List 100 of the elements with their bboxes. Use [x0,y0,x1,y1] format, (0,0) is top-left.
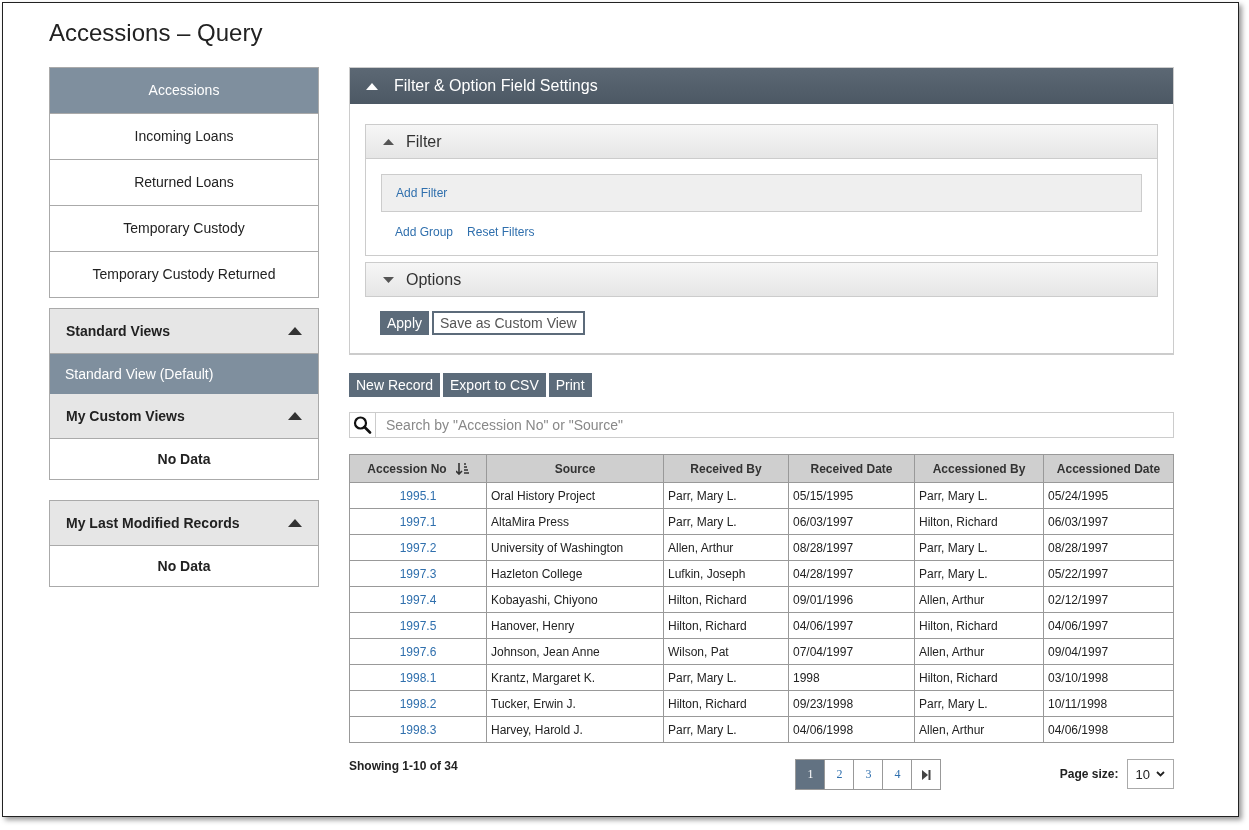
table-cell: 08/28/1997 [793,540,854,555]
page-size-select[interactable]: 10 [1126,759,1174,789]
table-cell: 10/11/1998 [1048,696,1108,711]
table-cell: Hanover, Henry [491,618,575,633]
accession-link[interactable]: 1997.2 [399,540,437,555]
section-title: My Last Modified Records [66,515,240,531]
table-cell: 09/01/1996 [793,592,854,607]
table-cell: Hilton, Richard [668,592,747,607]
table-cell: Hilton, Richard [919,514,998,529]
column-header[interactable]: Received By [663,454,789,483]
column-header[interactable]: Source [486,454,664,483]
column-header[interactable]: Accessioned Date [1043,454,1174,483]
view-item[interactable]: Standard View (Default) [50,354,318,394]
toolbar-button[interactable]: Print [548,373,592,397]
table-cell: Allen, Arthur [919,722,985,737]
record-count: Showing 1-10 of 34 [349,759,459,773]
table-cell: 04/06/1998 [1048,722,1109,737]
section-header[interactable]: Standard Views [50,309,318,354]
table-cell: 1998 [793,670,820,685]
accession-link[interactable]: 1998.3 [399,722,437,737]
accession-link[interactable]: 1997.1 [399,514,437,529]
column-header[interactable]: Received Date [788,454,915,483]
table-cell: 05/15/1995 [793,488,854,503]
table-cell: Lufkin, Joseph [668,566,746,581]
accession-link[interactable]: 1998.1 [399,670,437,685]
apply-button[interactable]: Apply [380,311,430,335]
section-title: My Custom Views [66,408,185,424]
accession-link[interactable]: 1997.5 [399,618,437,633]
table-cell: 02/12/1997 [1048,592,1109,607]
nav-item[interactable]: Accessions [50,68,318,113]
table-cell: Johnson, Jean Anne [491,644,600,659]
table-cell: 05/24/1995 [1048,488,1109,503]
options-title: Options [406,270,462,289]
table-cell: 05/22/1997 [1048,566,1109,581]
table-cell: Wilson, Pat [668,644,729,659]
collapse-icon[interactable] [366,82,378,90]
table-cell: Hilton, Richard [919,670,998,685]
table-cell: 06/03/1997 [1048,514,1109,529]
table-cell: Kobayashi, Chiyono [491,592,598,607]
table-cell: Allen, Arthur [668,540,734,555]
table-cell: Parr, Mary L. [668,514,737,529]
empty-message: No Data [156,557,212,576]
accession-link[interactable]: 1997.3 [399,566,437,581]
filter-link[interactable]: Add Group [395,225,454,239]
accession-link[interactable]: 1997.6 [399,644,437,659]
table-cell: Parr, Mary L. [919,540,988,555]
expand-icon[interactable] [383,276,394,283]
section-header[interactable]: My Last Modified Records [50,501,318,546]
page-button[interactable]: 1 [796,760,825,789]
filter-link[interactable]: Reset Filters [467,225,535,239]
accession-link[interactable]: 1998.2 [399,696,437,711]
table-cell: 04/06/1997 [1048,618,1109,633]
table-cell: Parr, Mary L. [668,488,737,503]
table-cell: Parr, Mary L. [668,722,737,737]
chevron-icon [1156,771,1165,777]
column-header[interactable]: Accession No [349,454,487,483]
table-cell: 04/28/1997 [793,566,854,581]
toolbar-button[interactable]: New Record [349,373,441,397]
save-view-button[interactable]: Save as Custom View [432,311,585,335]
table-cell: Hilton, Richard [919,618,998,633]
table-cell: Allen, Arthur [919,592,985,607]
table-cell: Krantz, Margaret K. [491,670,596,685]
search-icon [349,412,375,438]
search-field[interactable]: Search by "Accession No" or "Source" [375,412,1174,438]
accession-link[interactable]: 1995.1 [399,488,437,503]
table-cell: 03/10/1998 [1048,670,1109,685]
collapse-icon[interactable] [288,327,302,335]
table-cell: Harvey, Harold J. [491,722,583,737]
table-cell: 09/23/1998 [793,696,854,711]
table-cell: Allen, Arthur [919,644,985,659]
collapse-icon[interactable] [288,519,302,527]
settings-title: Filter & Option Field Settings [394,77,598,95]
table-cell: 09/04/1997 [1048,644,1109,659]
table-cell: AltaMira Press [491,514,570,529]
settings-header[interactable]: Filter & Option Field Settings [350,68,1173,104]
collapse-icon[interactable] [383,138,394,145]
table-cell: 07/04/1997 [793,644,854,659]
table-cell: Oral History Project [491,488,596,503]
page-size-label: Page size: [1059,767,1119,781]
collapse-icon[interactable] [288,412,302,420]
table-cell: Hilton, Richard [668,696,747,711]
filter-header[interactable]: Filter [366,125,1157,158]
options-header[interactable]: Options [366,263,1157,296]
table-cell: Hazleton College [491,566,583,581]
table-cell: Parr, Mary L. [919,696,988,711]
column-header[interactable]: Accessioned By [914,454,1044,483]
section-header[interactable]: My Custom Views [50,394,318,439]
toolbar-button[interactable]: Export to CSV [443,373,546,397]
table-cell: 08/28/1997 [1048,540,1109,555]
empty-message: No Data [156,450,212,469]
table-cell: Parr, Mary L. [919,566,988,581]
table-cell: University of Washington [491,540,624,555]
table-cell: 06/03/1997 [793,514,854,529]
table-cell: Hilton, Richard [668,618,747,633]
table-cell: Parr, Mary L. [668,670,737,685]
accession-link[interactable]: 1997.4 [399,592,437,607]
table-cell: 04/06/1998 [793,722,854,737]
add-filter-link[interactable]: Add Filter [396,186,448,200]
table-cell: Parr, Mary L. [919,488,988,503]
section-title: Standard Views [66,323,170,339]
